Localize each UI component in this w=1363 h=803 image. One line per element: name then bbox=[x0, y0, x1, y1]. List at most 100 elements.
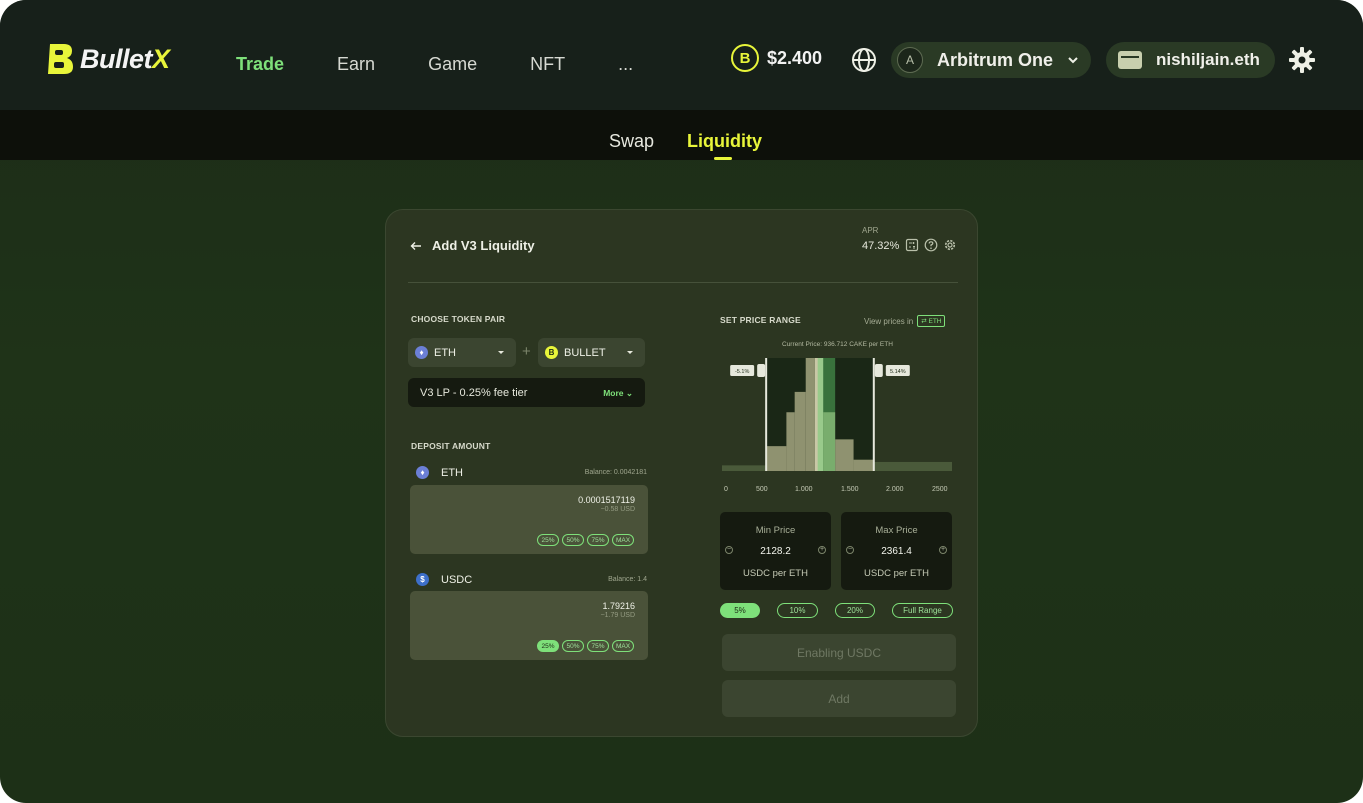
x-tick: 2.000 bbox=[886, 486, 904, 493]
bullet-coin-icon: B bbox=[731, 44, 759, 72]
pct-75-button[interactable]: 75% bbox=[587, 640, 609, 652]
view-prices-toggle[interactable]: View prices in ⇄ ETH bbox=[864, 315, 946, 327]
range-10-button[interactable]: 10% bbox=[777, 603, 818, 618]
nav-nft[interactable]: NFT bbox=[530, 54, 565, 75]
network-name: Arbitrum One bbox=[937, 49, 1054, 70]
card-divider bbox=[408, 282, 958, 283]
set-price-range-label: SET PRICE RANGE bbox=[720, 315, 801, 325]
brand-name: BulletX bbox=[80, 43, 170, 74]
chevron-down-icon bbox=[1068, 57, 1078, 64]
usdc-percent-buttons: 25% 50% 75% MAX bbox=[537, 640, 634, 652]
tab-swap[interactable]: Swap bbox=[609, 131, 654, 152]
token-b-label: BULLET bbox=[564, 346, 606, 359]
x-tick: 2500 bbox=[932, 486, 948, 493]
tab-liquidity[interactable]: Liquidity bbox=[687, 131, 762, 152]
max-price-value[interactable]: 2361.4 bbox=[841, 546, 952, 557]
increase-max-button[interactable]: + bbox=[939, 546, 947, 554]
max-price-box: Max Price − 2361.4 + USDC per ETH bbox=[841, 512, 952, 590]
min-price-value[interactable]: 2128.2 bbox=[720, 546, 831, 557]
max-price-label: Max Price bbox=[875, 525, 918, 536]
current-price-label: Current Price: 936.712 CAKE per ETH bbox=[782, 341, 893, 348]
increase-min-button[interactable]: + bbox=[818, 546, 826, 554]
bullet-logo-icon bbox=[48, 44, 73, 74]
deposit-token-usdc: $ USDC bbox=[416, 573, 472, 586]
eth-amount-value: 0.0001517119 bbox=[578, 495, 635, 505]
pct-max-button[interactable]: MAX bbox=[612, 640, 634, 652]
liquidity-bar bbox=[853, 459, 874, 471]
view-prices-token-chip[interactable]: ⇄ ETH bbox=[917, 315, 946, 327]
gear-icon[interactable] bbox=[1289, 47, 1315, 73]
apr-label: APR bbox=[862, 226, 879, 235]
pct-max-button[interactable]: MAX bbox=[612, 534, 634, 546]
pct-50-button[interactable]: 50% bbox=[562, 640, 584, 652]
liquidity-bar bbox=[794, 391, 806, 471]
add-liquidity-card: Add V3 Liquidity APR 47.32% CHOOSE TOKEN… bbox=[385, 209, 978, 737]
liquidity-bar bbox=[805, 358, 815, 471]
help-icon[interactable] bbox=[924, 238, 938, 252]
full-range-button[interactable]: Full Range bbox=[892, 603, 953, 618]
caret-down-icon bbox=[498, 351, 504, 354]
range-5-button[interactable]: 5% bbox=[720, 603, 760, 618]
calculator-icon[interactable] bbox=[905, 238, 919, 252]
token-price[interactable]: B $2.400 bbox=[731, 44, 822, 72]
fee-tier-select[interactable]: V3 LP - 0.25% fee tier More ⌄ bbox=[408, 378, 645, 407]
brand-logo[interactable]: BulletX bbox=[46, 42, 170, 76]
top-navbar: BulletX Trade Earn Game NFT ... B $2.400… bbox=[0, 0, 1363, 110]
current-price-band bbox=[817, 358, 836, 471]
settings-icon[interactable] bbox=[943, 238, 957, 252]
x-tick: 0 bbox=[724, 486, 728, 493]
usdc-amount-value: 1.79216 bbox=[602, 601, 635, 611]
nav-game[interactable]: Game bbox=[428, 54, 477, 75]
eth-icon: ♦ bbox=[415, 346, 428, 359]
liquidity-bar bbox=[786, 412, 795, 471]
range-20-button[interactable]: 20% bbox=[835, 603, 875, 618]
nav-earn[interactable]: Earn bbox=[337, 54, 375, 75]
usdc-icon: $ bbox=[416, 573, 429, 586]
add-button[interactable]: Add bbox=[722, 680, 956, 717]
usdc-amount-input[interactable]: 1.79216 ~1.79 USD 25% 50% 75% MAX bbox=[410, 591, 648, 660]
wallet-address: nishiljain.eth bbox=[1156, 50, 1260, 69]
eth-percent-buttons: 25% 50% 75% MAX bbox=[537, 534, 634, 546]
fee-tier-label: V3 LP - 0.25% fee tier bbox=[420, 386, 528, 399]
network-selector[interactable]: A Arbitrum One bbox=[891, 42, 1091, 78]
eth-usd-value: ~0.58 USD bbox=[600, 506, 635, 513]
min-range-handle-grip[interactable] bbox=[757, 364, 766, 377]
eth-amount-input[interactable]: 0.0001517119 ~0.58 USD 25% 50% 75% MAX bbox=[410, 485, 648, 554]
fee-more-button[interactable]: More ⌄ bbox=[603, 388, 633, 399]
apr-value: 47.32% bbox=[862, 240, 900, 252]
pct-75-button[interactable]: 75% bbox=[587, 534, 609, 546]
pct-25-button[interactable]: 25% bbox=[537, 640, 559, 652]
min-price-label: Min Price bbox=[755, 525, 796, 536]
main-nav: Trade Earn Game NFT ... bbox=[236, 54, 686, 75]
min-price-unit: USDC per ETH bbox=[743, 568, 808, 579]
deposit-token-eth: ♦ ETH bbox=[416, 466, 463, 479]
token-price-value: $2.400 bbox=[767, 47, 823, 68]
pct-50-button[interactable]: 50% bbox=[562, 534, 584, 546]
liquidity-chart[interactable]: -5.1% 5.14% bbox=[722, 353, 952, 473]
liquidity-bar bbox=[766, 446, 787, 471]
pct-25-button[interactable]: 25% bbox=[537, 534, 559, 546]
nav-more[interactable]: ... bbox=[618, 54, 633, 75]
nav-trade[interactable]: Trade bbox=[236, 54, 284, 75]
max-range-handle[interactable] bbox=[872, 358, 875, 471]
min-range-handle-label: -5.1% bbox=[735, 369, 749, 375]
card-header: Add V3 Liquidity bbox=[410, 238, 535, 253]
liquidity-bar bbox=[873, 461, 952, 471]
eth-icon: ♦ bbox=[416, 466, 429, 479]
wallet-button[interactable]: nishiljain.eth bbox=[1106, 42, 1275, 78]
x-tick: 1.000 bbox=[795, 486, 813, 493]
back-arrow-icon[interactable] bbox=[410, 240, 422, 252]
max-range-handle-grip[interactable] bbox=[874, 364, 883, 377]
deposit-amount-label: DEPOSIT AMOUNT bbox=[411, 441, 491, 451]
arbitrum-icon: A bbox=[897, 47, 923, 73]
token-b-select[interactable]: B BULLET bbox=[538, 338, 645, 367]
header-actions bbox=[905, 238, 957, 252]
wallet-icon bbox=[1118, 51, 1142, 69]
enable-usdc-button[interactable]: Enabling USDC bbox=[722, 634, 956, 671]
card-title: Add V3 Liquidity bbox=[432, 238, 535, 253]
token-a-select[interactable]: ♦ ETH bbox=[408, 338, 516, 367]
min-range-handle[interactable] bbox=[765, 358, 768, 471]
bullet-token-icon: B bbox=[545, 346, 558, 359]
sub-navbar bbox=[0, 110, 1363, 160]
globe-icon[interactable] bbox=[851, 47, 877, 73]
